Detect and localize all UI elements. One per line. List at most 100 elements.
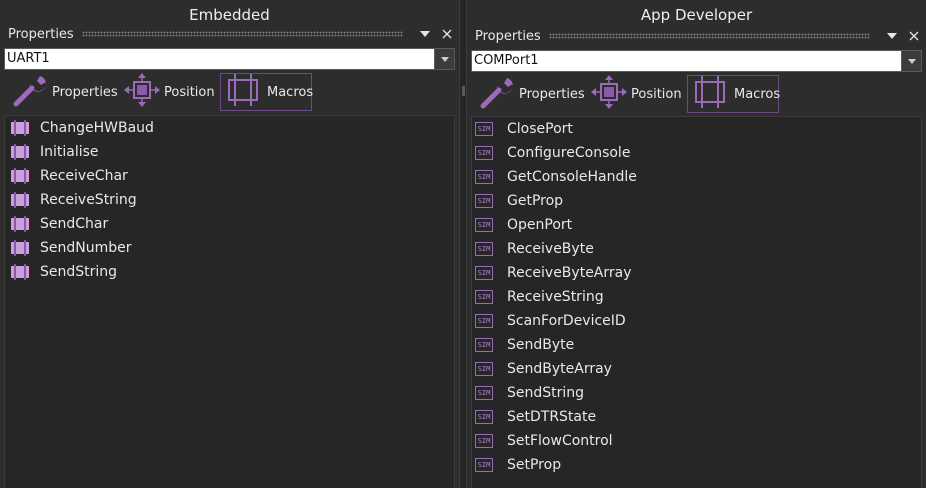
sim-macro-icon: SIM	[475, 169, 499, 185]
sim-macro-icon: SIM	[475, 433, 499, 449]
list-item[interactable]: SIM ReceiveString	[472, 285, 921, 309]
list-item-label: ClosePort	[507, 121, 573, 137]
sim-macro-icon: SIM	[475, 337, 499, 353]
sim-badge: SIM	[475, 146, 493, 160]
tab-properties[interactable]: Properties	[477, 75, 589, 113]
list-item-label: SendString	[507, 385, 585, 401]
properties-header-label: Properties	[475, 28, 541, 44]
list-item[interactable]: SIM GetConsoleHandle	[472, 165, 921, 189]
sim-macro-icon: SIM	[475, 385, 499, 401]
list-item[interactable]: SIM ReceiveByteArray	[472, 261, 921, 285]
sim-macro-icon: SIM	[475, 145, 499, 161]
list-item[interactable]: SIM OpenPort	[472, 213, 921, 237]
list-item[interactable]: SIM ScanForDeviceID	[472, 309, 921, 333]
tab-macros[interactable]: Macros	[220, 72, 314, 112]
move-icon	[589, 74, 629, 114]
grip-dots[interactable]	[548, 33, 870, 39]
list-item[interactable]: SIM SetProp	[472, 453, 921, 477]
embedded-panel: Embedded Properties UART1 Properties Pos…	[0, 0, 459, 488]
list-item[interactable]: Initialise	[5, 140, 454, 164]
grip-dots[interactable]	[81, 31, 403, 37]
list-item[interactable]: SIM ReceiveByte	[472, 237, 921, 261]
sim-badge: SIM	[475, 122, 493, 136]
tab-bar: Properties Position Macros	[477, 74, 780, 114]
list-item-label: ReceiveString	[507, 289, 604, 305]
sim-macro-icon: SIM	[475, 241, 499, 257]
sim-badge: SIM	[475, 338, 493, 352]
list-item-label: ChangeHWBaud	[40, 120, 154, 136]
close-icon[interactable]	[439, 26, 455, 42]
dropdown-arrow-icon[interactable]	[417, 26, 433, 42]
list-item-label: SendNumber	[40, 240, 132, 256]
sim-macro-icon: SIM	[475, 457, 499, 473]
tab-macros-label: Macros	[267, 84, 314, 100]
sim-badge: SIM	[475, 218, 493, 232]
sim-badge: SIM	[475, 242, 493, 256]
sim-badge: SIM	[475, 410, 493, 424]
list-item[interactable]: SIM SendByte	[472, 333, 921, 357]
app-developer-panel: App Developer Properties COMPort1 Proper…	[467, 0, 926, 488]
panel-title: Embedded	[189, 6, 270, 24]
sim-badge: SIM	[475, 290, 493, 304]
list-item-label: ReceiveChar	[40, 168, 128, 184]
macro-icon	[221, 72, 265, 112]
macro-icon	[688, 74, 732, 114]
pane-splitter[interactable]	[459, 0, 467, 488]
sim-macro-icon: SIM	[475, 361, 499, 377]
sim-badge: SIM	[475, 194, 493, 208]
list-item[interactable]: SIM SendString	[472, 381, 921, 405]
list-item[interactable]: SIM ClosePort	[472, 117, 921, 141]
sim-macro-icon: SIM	[475, 409, 499, 425]
sim-macro-icon: SIM	[475, 217, 499, 233]
panel-title: App Developer	[640, 6, 753, 24]
list-item-label: SendChar	[40, 216, 109, 232]
list-item[interactable]: SendChar	[5, 212, 454, 236]
macro-icon	[8, 240, 32, 256]
list-item-label: GetConsoleHandle	[507, 169, 637, 185]
chevron-down-icon[interactable]	[435, 48, 455, 70]
list-item[interactable]: ChangeHWBaud	[5, 116, 454, 140]
sim-macro-icon: SIM	[475, 121, 499, 137]
tab-position[interactable]: Position	[589, 75, 687, 113]
list-item-label: ScanForDeviceID	[507, 313, 626, 329]
tab-properties[interactable]: Properties	[10, 73, 122, 111]
list-item-label: Initialise	[40, 144, 99, 160]
list-item[interactable]: SIM GetProp	[472, 189, 921, 213]
wrench-icon	[477, 74, 517, 114]
component-select[interactable]: UART1	[4, 48, 455, 70]
list-item[interactable]: ReceiveString	[5, 188, 454, 212]
dropdown-arrow-icon[interactable]	[884, 28, 900, 44]
list-item-label: ConfigureConsole	[507, 145, 631, 161]
sim-macro-icon: SIM	[475, 193, 499, 209]
sim-badge: SIM	[475, 266, 493, 280]
list-item[interactable]: ReceiveChar	[5, 164, 454, 188]
tab-position-label: Position	[164, 84, 215, 100]
list-item-label: SetProp	[507, 457, 562, 473]
list-item-label: SendByte	[507, 337, 575, 353]
close-icon[interactable]	[906, 28, 922, 44]
list-item[interactable]: SIM ConfigureConsole	[472, 141, 921, 165]
list-item[interactable]: SIM SendByteArray	[472, 357, 921, 381]
macro-icon	[8, 264, 32, 280]
list-item[interactable]: SendString	[5, 260, 454, 284]
component-select-value[interactable]: UART1	[4, 48, 435, 70]
list-item-label: SetDTRState	[507, 409, 597, 425]
list-item[interactable]: SIM SetFlowControl	[472, 429, 921, 453]
list-item-label: SendString	[40, 264, 118, 280]
properties-header: Properties	[4, 24, 455, 44]
sim-badge: SIM	[475, 386, 493, 400]
component-select[interactable]: COMPort1	[471, 50, 922, 72]
list-item[interactable]: SendNumber	[5, 236, 454, 260]
list-item[interactable]: SIM SetDTRState	[472, 405, 921, 429]
list-item-label: GetProp	[507, 193, 564, 209]
tab-position-label: Position	[631, 86, 682, 102]
chevron-down-icon[interactable]	[902, 50, 922, 72]
tab-position[interactable]: Position	[122, 73, 220, 111]
macro-icon	[8, 120, 32, 136]
component-select-value[interactable]: COMPort1	[471, 50, 902, 72]
macro-icon	[8, 144, 32, 160]
sim-badge: SIM	[475, 434, 493, 448]
tab-macros[interactable]: Macros	[687, 74, 780, 114]
tab-properties-label: Properties	[52, 84, 118, 100]
splitter-grip[interactable]	[462, 86, 465, 96]
